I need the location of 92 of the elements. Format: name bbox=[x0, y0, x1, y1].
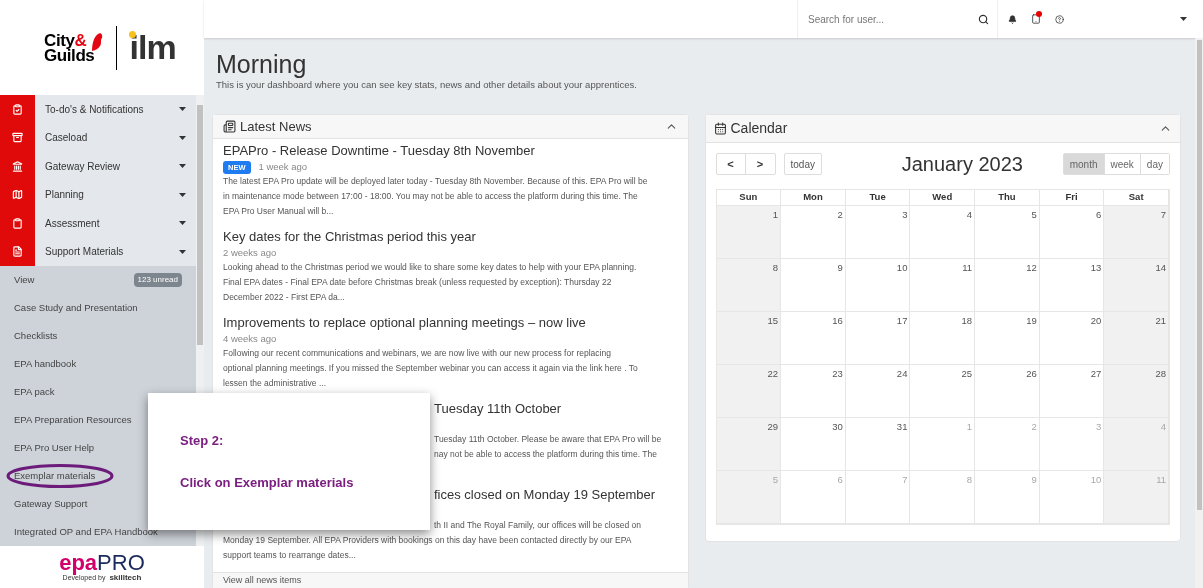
news-title[interactable]: EPAPro - Release Downtime - Tuesday 8th November bbox=[223, 142, 535, 161]
day-cell[interactable]: 21 bbox=[1104, 312, 1169, 365]
clipboard-check-icon bbox=[12, 103, 23, 115]
news-text: EPA Pro User Manual will b... bbox=[223, 205, 334, 219]
clipboard-icon bbox=[12, 217, 23, 229]
nav-item[interactable]: Planning bbox=[35, 180, 196, 209]
submenu-link[interactable]: Integrated OP and EPA Handbook bbox=[14, 524, 158, 540]
unread-count: 123 unread bbox=[133, 273, 182, 287]
news-text: Looking ahead to the Christmas period we would like to share some key dates to help with your EPA planning. bbox=[223, 261, 637, 275]
caret-icon bbox=[179, 135, 186, 140]
month-title: January 2023 bbox=[901, 152, 1023, 178]
view-tab[interactable]: month bbox=[1063, 154, 1104, 175]
submenu-link[interactable]: Gateway Support bbox=[14, 496, 88, 512]
step-label: Step 2: bbox=[180, 432, 225, 450]
nav-item[interactable]: Support Materials bbox=[35, 237, 196, 266]
page-scrollbar[interactable] bbox=[1195, 38, 1203, 588]
calendar-icon bbox=[713, 122, 727, 136]
submenu-link[interactable]: EPA pack bbox=[14, 384, 55, 400]
news-title[interactable]: Improvements to replace optional planning meetings – now live bbox=[223, 314, 586, 333]
view-all-link[interactable]: View all news items bbox=[223, 574, 302, 588]
news-text: in maintenance mode between 17:00 - 18:00. You may not be able to access the platform during this time. The bbox=[223, 190, 638, 204]
news-text: optional planning meetings. If you missed the September webinar you can access it again via the link here . To bbox=[223, 362, 638, 376]
news-text: support teams to rearrange dates... bbox=[223, 549, 356, 563]
news-title[interactable]: Key dates for the Christmas period this year bbox=[223, 228, 476, 247]
weekday-header: Sun bbox=[716, 190, 782, 206]
ilm-logo: ilm bbox=[129, 29, 176, 66]
news-text: Following our recent communications and webinars, we are now live with our new process for replacing bbox=[223, 347, 611, 361]
next-button[interactable]: > bbox=[745, 154, 775, 175]
card-title: Calendar bbox=[730, 119, 788, 139]
news-text: lessen the administrative ... bbox=[223, 377, 326, 391]
news-text: December 2022 - First EPA da... bbox=[223, 291, 345, 305]
building-icon bbox=[12, 160, 23, 172]
submenu-link[interactable]: View bbox=[14, 272, 35, 288]
help-icon[interactable] bbox=[1055, 14, 1064, 24]
day-cell[interactable]: 1 bbox=[716, 206, 782, 259]
day-cell[interactable]: 15 bbox=[716, 312, 782, 365]
submenu-link[interactable]: Case Study and Presentation bbox=[14, 300, 138, 316]
news-time: 1 week ago bbox=[258, 160, 308, 174]
news-time: 2 weeks ago bbox=[223, 246, 277, 260]
previous-button[interactable]: < bbox=[716, 154, 746, 175]
caret-icon bbox=[179, 192, 186, 197]
card-title: Latest News bbox=[240, 117, 312, 136]
caret-icon bbox=[179, 249, 186, 254]
submenu-link[interactable]: Checklists bbox=[14, 328, 58, 344]
nav-item[interactable]: Caseload bbox=[35, 123, 196, 152]
day-cell[interactable]: 28 bbox=[1104, 365, 1169, 418]
nav-item[interactable]: Assessment bbox=[35, 209, 196, 238]
tablet-icon[interactable] bbox=[1031, 14, 1041, 24]
weekday-header: Mon bbox=[781, 190, 846, 206]
today-button[interactable]: today bbox=[783, 153, 822, 176]
news-text: Monday 19 September. All EPA Providers with bookings on this day have been contacted directly by our EPA bbox=[223, 534, 632, 548]
nav-item[interactable]: Gateway Review bbox=[35, 152, 196, 181]
day-cell[interactable]: 22 bbox=[716, 365, 782, 418]
epapro-logo: epaPRO bbox=[59, 552, 145, 574]
news-text: th II and The Royal Family, our offices will be closed on bbox=[434, 519, 641, 533]
caret-icon bbox=[1180, 17, 1187, 21]
skilltech-logo: skilltech bbox=[109, 574, 142, 582]
step-instruction: Click on Exemplar materials bbox=[180, 473, 355, 492]
news-text: Tuesday 11th October. Please be aware that EPA Pro will be bbox=[434, 433, 662, 447]
search-icon[interactable] bbox=[978, 13, 989, 25]
submenu-link[interactable]: EPA handbook bbox=[14, 356, 77, 372]
day-cell[interactable]: 29 bbox=[716, 418, 782, 471]
submenu-link[interactable]: EPA Preparation Resources bbox=[14, 412, 132, 428]
weekday-header: Fri bbox=[1039, 190, 1105, 206]
page-title: Morning bbox=[216, 50, 308, 78]
view-tab[interactable]: day bbox=[1139, 154, 1169, 175]
newspaper-icon bbox=[223, 120, 236, 134]
caret-icon bbox=[179, 221, 186, 226]
city-guilds-logo: City& Guilds bbox=[44, 32, 105, 63]
day-cell[interactable]: 8 bbox=[716, 259, 782, 312]
notifications-icon[interactable] bbox=[1008, 14, 1017, 24]
news-text: nay not be able to access the platform during this time. The bbox=[434, 448, 657, 462]
page-subtitle: This is your dashboard where you can see key stats, news and other details about your apprentices. bbox=[216, 78, 638, 92]
news-text: Final EPA dates - Final EPA date before Christmas break (unless requested by exception): Thursday 22 bbox=[223, 276, 612, 290]
weekday-header: Sat bbox=[1104, 190, 1169, 206]
submenu-link[interactable]: EPA Pro User Help bbox=[14, 440, 95, 456]
news-time: 4 weeks ago bbox=[223, 332, 277, 346]
document-icon bbox=[12, 246, 23, 258]
day-cell[interactable]: 14 bbox=[1104, 259, 1169, 312]
nav-item[interactable]: To-do's & Notifications bbox=[35, 95, 196, 124]
weekday-header: Wed bbox=[910, 190, 976, 206]
archive-box-icon bbox=[12, 132, 23, 144]
weekday-header: Tue bbox=[845, 190, 911, 206]
weekday-header: Thu bbox=[975, 190, 1040, 206]
caret-icon bbox=[179, 164, 186, 169]
news-title[interactable]: fices closed on Monday 19 September bbox=[434, 486, 656, 505]
news-title[interactable]: Tuesday 11th October bbox=[434, 400, 562, 419]
search-field[interactable]: Search for user... bbox=[808, 11, 948, 27]
news-text: The latest EPA Pro update will be deployed later today - Tuesday 8th November. Because of this. EPA Pro will be bbox=[223, 175, 648, 189]
day-cell[interactable]: 7 bbox=[1104, 206, 1169, 259]
caret-icon bbox=[179, 107, 186, 112]
map-icon bbox=[12, 189, 23, 201]
